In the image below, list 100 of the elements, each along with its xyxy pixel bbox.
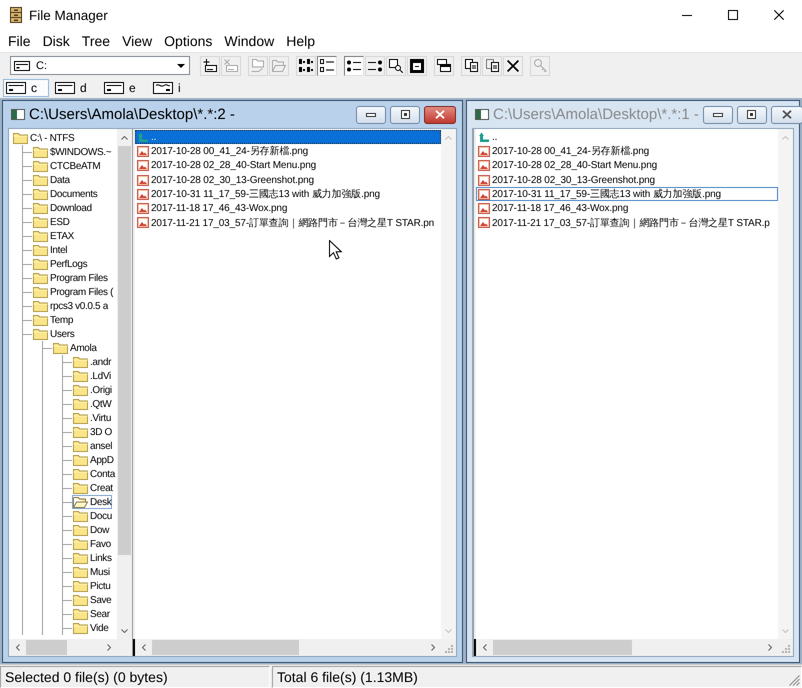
- folder-node[interactable]: Data: [32, 173, 71, 187]
- folder-node[interactable]: .Virtu: [72, 411, 112, 425]
- connector-line: [22, 607, 72, 621]
- resize-grip-icon[interactable]: [782, 645, 790, 653]
- folder-node[interactable]: Desk: [72, 495, 112, 509]
- folder-node[interactable]: .LdVi: [72, 369, 112, 383]
- folder-node[interactable]: Documents: [32, 187, 98, 201]
- maximize-button[interactable]: [390, 106, 420, 124]
- folder-node[interactable]: Vide: [72, 621, 110, 635]
- chevron-left-icon[interactable]: [142, 644, 146, 651]
- bullet-list-icon: [347, 60, 361, 72]
- scrollbar-thumb[interactable]: [118, 146, 131, 556]
- menu-item[interactable]: View: [116, 30, 158, 52]
- toolbar-button[interactable]: [344, 56, 364, 76]
- folder-node[interactable]: Creat: [72, 481, 114, 495]
- folder-node[interactable]: $WINDOWS.~: [32, 145, 112, 159]
- window-title: C:\Users\Amola\Desktop\*.*:1 -: [493, 106, 699, 123]
- folder-node[interactable]: Sear: [72, 607, 111, 621]
- list-entry[interactable]: 2017-10-28 00_41_24-另存新檔.png: [135, 144, 310, 159]
- folder-node[interactable]: ETAX: [32, 229, 75, 243]
- folder-node[interactable]: ansel: [72, 439, 114, 453]
- folder-node[interactable]: Temp: [32, 313, 74, 327]
- folder-node[interactable]: Save: [72, 593, 112, 607]
- drive-button[interactable]: e: [101, 79, 147, 97]
- drive-button[interactable]: i: [150, 79, 196, 97]
- vertical-scrollbar[interactable]: [117, 129, 132, 639]
- folder-node[interactable]: Download: [32, 201, 93, 215]
- drive-button[interactable]: c: [3, 79, 49, 97]
- list-entry[interactable]: 2017-11-18 17_46_43-Wox.png: [476, 201, 630, 216]
- dark-window-icon: [410, 58, 424, 72]
- folder-node[interactable]: Conta: [72, 467, 116, 481]
- up-arrow-icon: [138, 132, 148, 142]
- connector-line: [22, 425, 72, 439]
- folder-node[interactable]: .Origi: [72, 383, 113, 397]
- folder-node[interactable]: Docu: [72, 509, 113, 523]
- connector-line: [22, 551, 72, 565]
- folder-icon: [73, 552, 88, 564]
- scrollbar-thumb[interactable]: [493, 640, 632, 655]
- folder-node[interactable]: .QtW: [72, 397, 112, 411]
- menu-item[interactable]: Help: [280, 30, 322, 52]
- folder-node[interactable]: ESD: [32, 215, 71, 229]
- menu-item[interactable]: Window: [218, 30, 280, 52]
- connector-line: [22, 257, 32, 271]
- menu-item[interactable]: Disk: [36, 30, 76, 52]
- list-entry[interactable]: ..: [476, 130, 498, 144]
- list-entry[interactable]: 2017-10-28 02_28_40-Start Menu.png: [135, 158, 318, 173]
- chevron-right-icon[interactable]: [768, 644, 772, 651]
- minimize-button[interactable]: [356, 106, 386, 124]
- drive-icon: [6, 82, 26, 94]
- folder-node[interactable]: PerfLogs: [32, 257, 88, 271]
- window-title: File Manager: [29, 8, 108, 22]
- chevron-left-icon[interactable]: [16, 644, 20, 651]
- chevron-right-icon[interactable]: [430, 644, 434, 651]
- list-entry[interactable]: 2017-10-28 02_28_40-Start Menu.png: [476, 158, 658, 173]
- list-entry[interactable]: 2017-10-28 00_41_24-另存新檔.png: [476, 144, 650, 159]
- horizontal-scrollbar[interactable]: [135, 639, 441, 656]
- chevron-down-icon[interactable]: [121, 628, 128, 632]
- folder-node[interactable]: Dow: [72, 523, 110, 537]
- minimize-icon: [366, 112, 376, 116]
- scrollbar-thumb[interactable]: [26, 640, 67, 655]
- folder-node[interactable]: C:\ - NTFS: [12, 131, 76, 145]
- folder-node[interactable]: Musi: [72, 565, 111, 579]
- menu-item[interactable]: Tree: [76, 30, 116, 52]
- list-entry[interactable]: 2017-10-31 11_17_59-三國志13 with 威力加強版.png: [135, 187, 381, 202]
- horizontal-scrollbar[interactable]: [9, 639, 117, 656]
- list-entry[interactable]: 2017-10-28 02_30_13-Greenshot.png: [135, 172, 315, 188]
- folder-node[interactable]: 3D O: [72, 425, 113, 439]
- drive-dropdown[interactable]: C:: [10, 56, 190, 75]
- folder-node[interactable]: Links: [72, 551, 113, 565]
- folder-node[interactable]: Favo: [72, 537, 112, 551]
- folder-node[interactable]: Pictu: [72, 579, 112, 593]
- resize-grip-icon[interactable]: [789, 675, 800, 686]
- list-entry[interactable]: 2017-11-18 17_46_43-Wox.png: [135, 201, 288, 216]
- toolbar-button[interactable]: [317, 56, 337, 76]
- folder-node[interactable]: Users: [32, 327, 76, 341]
- menu-item[interactable]: File: [2, 30, 37, 52]
- list-entry[interactable]: 2017-11-21 17_03_57-訂單查詢｜網路門市－台灣之星T STAR.p: [476, 216, 771, 230]
- folder-node[interactable]: CTCBeATM: [32, 159, 102, 173]
- list-entry[interactable]: 2017-10-31 11_17_59-三國志13 with 威力加強版.png: [476, 187, 778, 202]
- caret-icon: [177, 64, 185, 68]
- chevron-right-icon[interactable]: [106, 644, 110, 651]
- split-bar[interactable]: [132, 129, 135, 656]
- list-entry[interactable]: 2017-11-21 17_03_57-訂單查詢｜網路門市－台灣之星T STAR.pn: [135, 216, 436, 230]
- menu-item[interactable]: Options: [158, 30, 218, 52]
- scrollbar-thumb[interactable]: [152, 640, 299, 655]
- list-entry[interactable]: ..: [135, 130, 441, 144]
- folder-node[interactable]: Amola: [52, 341, 98, 355]
- folder-node[interactable]: Program Files (: [32, 285, 114, 299]
- chevron-up-icon[interactable]: [121, 136, 128, 140]
- list-entry[interactable]: 2017-10-28 02_30_13-Greenshot.png: [476, 172, 656, 188]
- drive-button[interactable]: d: [52, 79, 98, 97]
- chevron-left-icon[interactable]: [482, 644, 486, 651]
- folder-node[interactable]: AppD: [72, 453, 115, 467]
- folder-node[interactable]: rpcs3 v0.0.5 a: [32, 299, 109, 313]
- close-button[interactable]: [424, 106, 456, 124]
- horizontal-scrollbar[interactable]: [476, 639, 778, 656]
- folder-node[interactable]: Intel: [32, 243, 68, 257]
- folder-node[interactable]: Program Files: [32, 271, 109, 285]
- folder-node[interactable]: .andr: [72, 355, 112, 369]
- resize-grip-icon[interactable]: [445, 645, 453, 653]
